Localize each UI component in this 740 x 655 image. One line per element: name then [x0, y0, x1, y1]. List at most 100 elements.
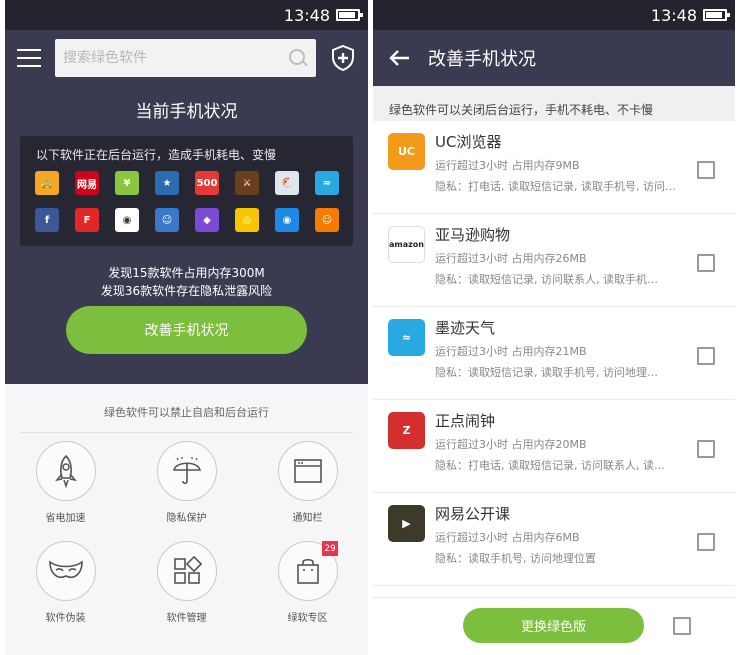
- app-row[interactable]: ▶ 网易公开课 运行超过3小时 占用内存6MB 隐私：读取手机号, 访问地理位置: [373, 493, 735, 586]
- umbrella-icon: [172, 457, 201, 485]
- back-arrow-icon[interactable]: [388, 49, 410, 67]
- page-title: 改善手机状况: [428, 49, 536, 70]
- uc-browser-icon: UC: [388, 133, 425, 170]
- smile-app-icon: ☺: [315, 208, 339, 232]
- home-screen: 13:48 当前手机状况 以下软件正在后台运行，造成手机耗电、变慢 🚕 网易 ¥ ★ 5…: [5, 0, 368, 655]
- feature-disguise-circle[interactable]: [35, 541, 96, 601]
- improve-phone-button[interactable]: 改善手机状况: [66, 306, 307, 354]
- feature-note: 绿色软件可以禁止自启和后台运行: [104, 406, 269, 419]
- status-title: 当前手机状况: [135, 102, 238, 122]
- chicken-app-icon: 🐔: [275, 171, 299, 195]
- status-bar: 13:48: [373, 0, 735, 30]
- app-list: UC UC浏览器 运行超过3小时 占用内存9MB 隐私：打电话, 读取短信记录, 读取…: [373, 121, 735, 586]
- app-row[interactable]: Z 正点闹钟 运行超过3小时 占用内存20MB 隐私：打电话, 读取短信记录, 访问联…: [373, 400, 735, 493]
- window-icon: [293, 459, 322, 483]
- feature-label: 软件伪装: [45, 613, 86, 624]
- bag-icon: [296, 558, 319, 584]
- netease-open-course-icon: ▶: [388, 505, 425, 542]
- app-info: UC浏览器 运行超过3小时 占用内存9MB 隐私：打电话, 读取短信记录, 读取手机…: [435, 131, 685, 194]
- moji-weather-icon: ≈: [388, 319, 425, 356]
- feature-label: 绿软专区: [287, 613, 328, 624]
- subway-game-icon: ☺: [155, 208, 179, 232]
- battery-icon: [703, 9, 730, 21]
- moji-small-icon: ≈: [315, 171, 339, 195]
- feature-app-management[interactable]: 软件管理: [126, 541, 247, 641]
- feature-label: 通知栏: [292, 513, 323, 524]
- app-info: 亚马逊购物运行超过3小时 占用内存26MB 隐私：读取短信记录, 访问联系人, 读…: [435, 224, 685, 287]
- pinpoint-app-icon: ◉: [275, 208, 299, 232]
- radio-app-icon: ◎: [235, 208, 259, 232]
- subtitle: 绿色软件可以关闭后台运行，手机不耗电、不卡慢: [373, 86, 735, 121]
- clock: 13:48: [283, 5, 330, 25]
- app-memory: 运行超过3小时 占用内存21MB: [435, 345, 587, 358]
- notification-badge: 29: [322, 541, 338, 556]
- search-icon[interactable]: [288, 48, 308, 68]
- prism-app-icon: ◆: [195, 208, 219, 232]
- found-summary: 发现15款软件占用内存300M 发现36款软件存在隐私泄露风险: [5, 264, 368, 300]
- app-row[interactable]: UC UC浏览器 运行超过3小时 占用内存9MB 隐私：打电话, 读取短信记录, 读取…: [373, 121, 735, 214]
- grid-icon: [173, 556, 202, 584]
- app-row[interactable]: amazon 亚马逊购物运行超过3小时 占用内存26MB 隐私：读取短信记录, 访问…: [373, 214, 735, 307]
- status-bar: 13:48: [5, 0, 368, 30]
- improve-screen: 13:48 改善手机状况 绿色软件可以关闭后台运行，手机不耗电、不卡慢 UC UC…: [373, 0, 735, 655]
- feature-label: 隐私保护: [166, 513, 207, 524]
- app-checkbox[interactable]: [697, 254, 715, 272]
- app-name: 亚马逊购物: [435, 226, 511, 244]
- flipboard-icon: F: [75, 208, 99, 232]
- facebook-icon: f: [35, 208, 59, 232]
- app-name: 正点闹钟: [435, 412, 496, 430]
- feature-notification-bar[interactable]: 通知栏: [247, 441, 368, 541]
- stage: 13:48 当前手机状况 以下软件正在后台运行，造成手机耗电、变慢 🚕 网易 ¥ ★ 5…: [0, 0, 740, 655]
- feature-grid: 省电加速 隐私保护 通知栏 软件伪装 软件管理 29 绿软专区: [5, 433, 368, 641]
- app-checkbox[interactable]: [697, 533, 715, 551]
- feature-app-disguise[interactable]: 软件伪装: [5, 541, 126, 641]
- phone-status-section: 当前手机状况 以下软件正在后台运行，造成手机耗电、变慢 🚕 网易 ¥ ★ 500 ⚔ 🐔 ≈ f…: [5, 30, 368, 384]
- app-row[interactable]: ≈ 墨迹天气运行超过3小时 占用内存21MB 隐私：读取短信记录, 读取手机号, 访…: [373, 307, 735, 400]
- background-app-grid: 🚕 网易 ¥ ★ 500 ⚔ 🐔 ≈ f F ◉ ☺ ◆ ◎ ◉ ☺: [35, 171, 341, 232]
- header: 改善手机状况: [373, 30, 735, 86]
- camera-app-icon: ◉: [115, 208, 139, 232]
- clash-game-icon: ⚔: [235, 171, 259, 195]
- switch-green-version-button[interactable]: 更换绿色版: [463, 608, 644, 643]
- app-checkbox[interactable]: [697, 347, 715, 365]
- feature-notification-circle[interactable]: [277, 441, 338, 501]
- app-info: 墨迹天气运行超过3小时 占用内存21MB 隐私：读取短信记录, 读取手机号, 访问…: [435, 317, 685, 380]
- found-memory-text: 发现15款软件占用内存300M: [108, 266, 265, 280]
- amazon-icon: amazon: [388, 226, 425, 263]
- rocket-icon: [54, 454, 77, 488]
- app-memory: 运行超过3小时 占用内存6MB: [435, 531, 580, 544]
- netease-news-icon: 网易: [75, 171, 99, 195]
- app-name: 墨迹天气: [435, 319, 496, 337]
- app-privacy: 隐私：读取短信记录, 访问联系人, 读取手机…: [435, 273, 658, 286]
- background-apps-panel: 以下软件正在后台运行，造成手机耗电、变慢 🚕 网易 ¥ ★ 500 ⚔ 🐔 ≈ f F ◉ ☺ ◆ ◎ ◉ ☺: [20, 136, 353, 246]
- app-memory: 运行超过3小时 占用内存9MB: [435, 159, 580, 172]
- footer: 更换绿色版: [373, 597, 735, 655]
- clock: 13:48: [650, 5, 697, 25]
- mask-icon: [48, 560, 83, 578]
- app-info: 网易公开课 运行超过3小时 占用内存6MB 隐私：读取手机号, 访问地理位置: [435, 503, 685, 566]
- app-privacy: 隐私：打电话, 读取短信记录, 访问联系人, 读…: [435, 459, 665, 472]
- app-info: 正点闹钟运行超过3小时 占用内存20MB 隐私：打电话, 读取短信记录, 访问联系…: [435, 410, 685, 473]
- app-memory: 运行超过3小时 占用内存26MB: [435, 252, 587, 265]
- app-name: UC浏览器: [435, 133, 502, 151]
- feature-management-circle[interactable]: [156, 541, 217, 601]
- feature-section: 绿色软件可以禁止自启和后台运行 省电加速 隐私保护 通知栏 软件伪装 软件管理 …: [5, 384, 368, 654]
- feature-power-saving-circle[interactable]: [35, 441, 96, 501]
- shield-plus-icon[interactable]: [330, 44, 356, 72]
- app-checkbox[interactable]: [697, 440, 715, 458]
- menu-icon[interactable]: [17, 48, 41, 67]
- select-all-checkbox[interactable]: [673, 617, 691, 635]
- battery-icon: [336, 9, 363, 21]
- app-name: 网易公开课: [435, 505, 511, 523]
- app-memory: 运行超过3小时 占用内存20MB: [435, 438, 587, 451]
- feature-green-zone[interactable]: 29 绿软专区: [247, 541, 368, 641]
- found-privacy-text: 发现36款软件存在隐私泄露风险: [100, 284, 273, 298]
- feature-privacy-circle[interactable]: [156, 441, 217, 501]
- search-box[interactable]: [55, 38, 316, 77]
- app-checkbox[interactable]: [697, 161, 715, 179]
- feature-privacy[interactable]: 隐私保护: [126, 441, 247, 541]
- search-input[interactable]: [63, 49, 288, 66]
- background-apps-text: 以下软件正在后台运行，造成手机耗电、变慢: [36, 148, 277, 162]
- feature-power-saving[interactable]: 省电加速: [5, 441, 126, 541]
- app-privacy: 隐私：读取短信记录, 读取手机号, 访问地理…: [435, 366, 658, 379]
